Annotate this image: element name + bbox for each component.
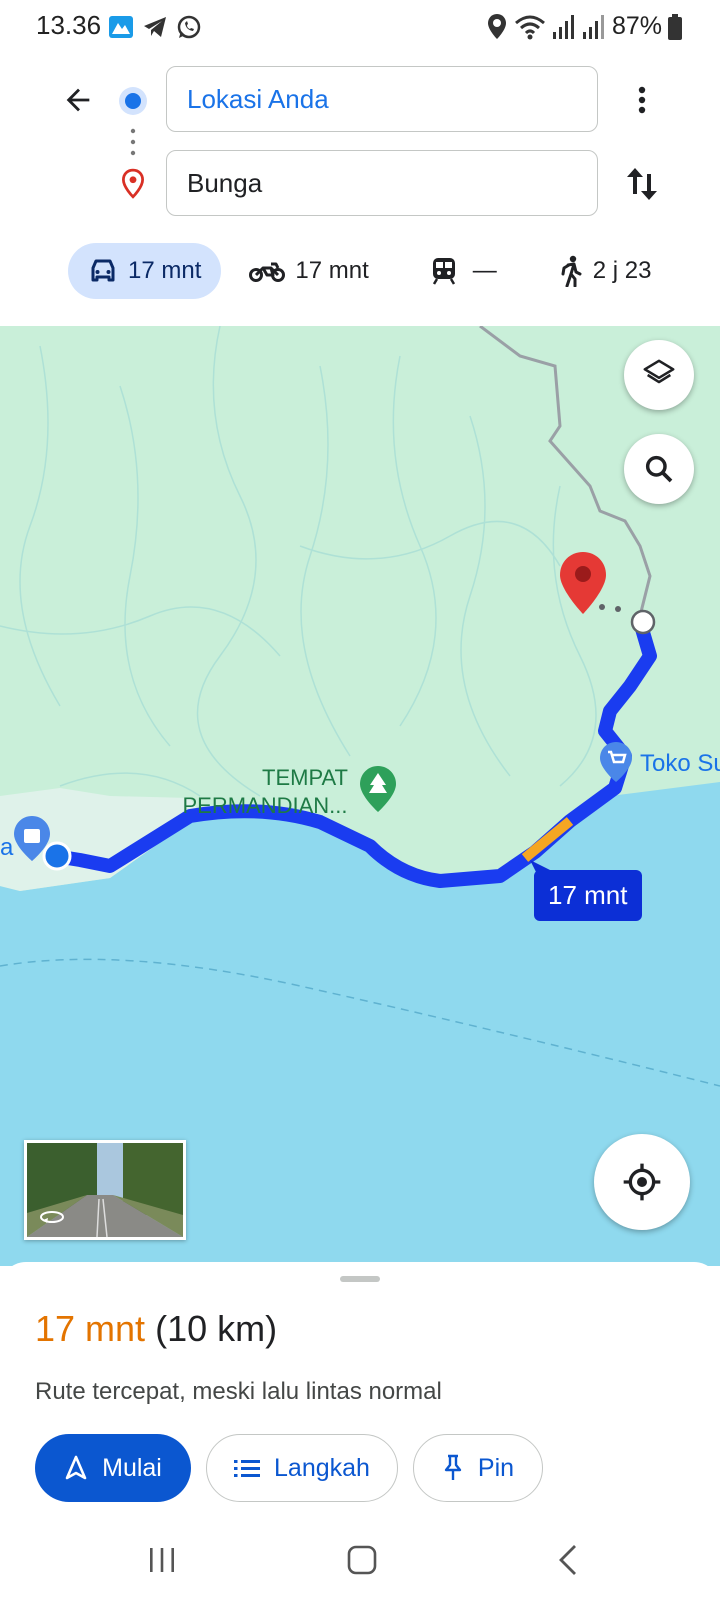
tab-walk-label: 2 j 23	[592, 257, 652, 284]
start-label: Mulai	[102, 1453, 162, 1482]
layers-icon	[643, 359, 675, 384]
status-right: 87%	[486, 12, 683, 41]
rotate-360-icon	[40, 1211, 64, 1223]
home-icon	[347, 1545, 377, 1575]
my-location-button[interactable]	[594, 1134, 690, 1230]
whatsapp-icon	[177, 15, 201, 39]
back-button[interactable]	[56, 78, 100, 122]
route-duration-text: 17 mnt	[534, 870, 642, 921]
route-summary-sheet[interactable]: 17 mnt (10 km) Rute tercepat, meski lalu…	[0, 1262, 720, 1600]
home-button[interactable]	[340, 1538, 384, 1582]
search-along-route-button[interactable]	[624, 434, 694, 504]
pin-label: Pin	[477, 1453, 515, 1482]
start-button[interactable]: Mulai	[35, 1434, 191, 1502]
more-vert-icon	[638, 86, 646, 114]
maps-notification-icon	[109, 16, 133, 38]
travel-mode-tabs: 17 mnt 17 mnt — 2 j 23	[68, 242, 700, 300]
route-dots-icon	[130, 128, 136, 156]
battery-icon	[668, 13, 683, 40]
steps-button[interactable]: Langkah	[206, 1434, 398, 1502]
layers-button[interactable]	[624, 340, 694, 410]
train-icon	[432, 258, 455, 285]
route-end-dot	[630, 609, 656, 635]
route-duration: 17 mnt	[35, 1308, 146, 1349]
route-distance: (10 km)	[155, 1308, 278, 1349]
sheet-handle[interactable]	[340, 1276, 380, 1282]
tab-walk[interactable]: 2 j 23	[539, 243, 672, 299]
navigation-icon	[65, 1455, 87, 1480]
pin-button[interactable]: Pin	[413, 1434, 543, 1502]
my-location-icon	[623, 1163, 661, 1201]
destination-input[interactable]: Bunga	[166, 150, 598, 216]
search-icon	[645, 455, 673, 483]
tab-motorcycle-label: 17 mnt	[295, 257, 369, 284]
street-view-thumbnail[interactable]	[24, 1140, 186, 1240]
map-canvas[interactable]	[0, 326, 720, 1266]
recents-button[interactable]	[140, 1538, 184, 1582]
shop-left-label[interactable]: a	[0, 834, 13, 862]
system-back-button[interactable]	[546, 1538, 590, 1582]
tab-transit-label: —	[472, 257, 497, 284]
place-label-line2: PERMANDIAN...	[182, 793, 348, 818]
location-icon	[488, 13, 506, 39]
current-location-dot	[42, 841, 72, 871]
battery-percent: 87%	[612, 12, 663, 40]
place-label[interactable]: TEMPAT PERMANDIAN...	[182, 764, 348, 820]
map-view[interactable]: TEMPAT PERMANDIAN... Toko Su a 17 mnt	[0, 326, 720, 1266]
origin-text: Lokasi Anda	[187, 83, 329, 114]
motorcycle-icon	[249, 262, 286, 282]
system-nav-bar	[0, 1518, 720, 1600]
more-options-button[interactable]	[620, 78, 664, 122]
status-time: 13.36	[36, 10, 102, 40]
car-icon	[91, 259, 115, 282]
back-icon	[559, 1545, 576, 1575]
arrow-back-icon	[66, 88, 90, 112]
list-icon	[234, 1460, 261, 1477]
destination-pin-icon	[122, 168, 144, 199]
swap-vert-icon	[627, 168, 657, 200]
steps-label: Langkah	[274, 1453, 370, 1482]
signal-icon	[553, 14, 574, 39]
tab-car[interactable]: 17 mnt	[68, 243, 222, 299]
telegram-icon	[144, 17, 166, 37]
swap-button[interactable]	[618, 160, 666, 208]
route-summary: 17 mnt (10 km)	[35, 1308, 277, 1350]
origin-input[interactable]: Lokasi Anda	[166, 66, 598, 132]
walk-icon	[561, 255, 582, 287]
pin-icon	[444, 1454, 462, 1480]
status-bar: 13.36 87%	[0, 0, 720, 54]
route-duration-badge[interactable]: 17 mnt	[530, 860, 642, 921]
signal-icon-2	[583, 14, 604, 39]
notification-icons	[108, 14, 202, 40]
wifi-icon	[515, 15, 545, 39]
place-label-line1: TEMPAT	[262, 765, 348, 790]
directions-header: Lokasi Anda Bunga 17 mnt 17 mnt — 2 j 23	[0, 54, 720, 326]
route-note: Rute tercepat, meski lalu lintas normal	[35, 1378, 442, 1405]
tab-transit[interactable]: —	[411, 243, 517, 299]
tab-motorcycle[interactable]: 17 mnt	[229, 243, 388, 299]
destination-text: Bunga	[187, 167, 263, 198]
tab-car-label: 17 mnt	[128, 257, 202, 284]
origin-dot-icon	[119, 87, 147, 115]
shop-label[interactable]: Toko Su	[640, 750, 720, 778]
recents-icon	[150, 1548, 174, 1572]
